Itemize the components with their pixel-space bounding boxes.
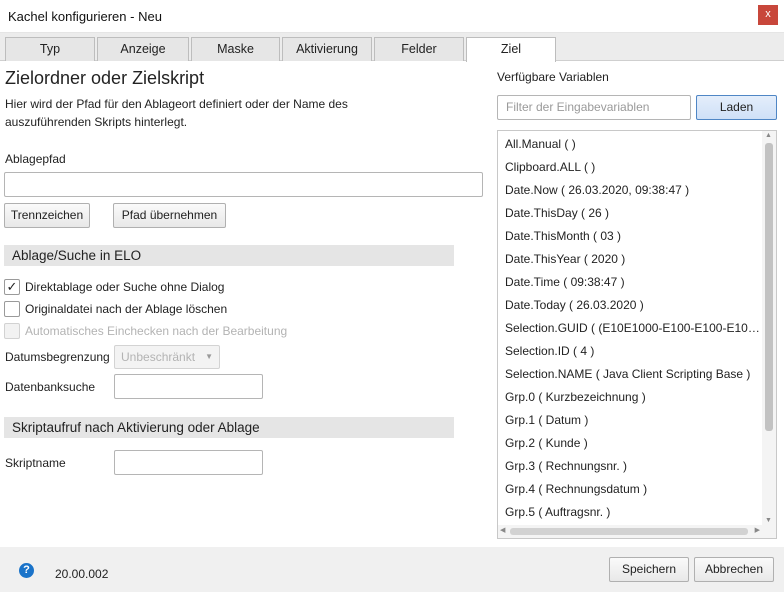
list-item[interactable]: Selection.ID ( 4 ) bbox=[505, 344, 762, 358]
list-item[interactable]: Date.Time ( 09:38:47 ) bbox=[505, 275, 762, 289]
scroll-right-icon[interactable]: ▶ bbox=[755, 526, 760, 534]
horizontal-scroll-thumb[interactable] bbox=[510, 528, 748, 535]
help-icon[interactable]: ? bbox=[19, 563, 34, 578]
title-bar: Kachel konfigurieren - Neu x bbox=[0, 0, 784, 33]
list-item[interactable]: Grp.0 ( Kurzbezeichnung ) bbox=[505, 390, 762, 404]
direct-storage-checkbox-row[interactable]: ✓ Direktablage oder Suche ohne Dialog bbox=[4, 279, 244, 297]
list-item[interactable]: Selection.GUID ( (E10E1000-E100-E100-E10… bbox=[505, 321, 762, 335]
list-item[interactable]: Date.Today ( 26.03.2020 ) bbox=[505, 298, 762, 312]
variables-label: Verfügbare Variablen bbox=[497, 70, 609, 84]
vertical-scrollbar[interactable]: ▲ ▼ bbox=[762, 131, 776, 525]
cancel-button[interactable]: Abbrechen bbox=[694, 557, 774, 582]
delete-original-checkbox[interactable] bbox=[4, 301, 20, 317]
date-limit-value: Unbeschränkt bbox=[121, 350, 196, 364]
chevron-down-icon: ▼ bbox=[205, 352, 213, 361]
list-item[interactable]: Grp.5 ( Auftragsnr. ) bbox=[505, 505, 762, 519]
apply-path-button[interactable]: Pfad übernehmen bbox=[113, 203, 226, 228]
tab-felder[interactable]: Felder bbox=[374, 37, 464, 61]
db-search-input[interactable] bbox=[114, 374, 263, 399]
save-button[interactable]: Speichern bbox=[609, 557, 689, 582]
list-item[interactable]: Grp.1 ( Datum ) bbox=[505, 413, 762, 427]
list-item[interactable]: Date.ThisMonth ( 03 ) bbox=[505, 229, 762, 243]
scroll-down-icon[interactable]: ▼ bbox=[765, 517, 772, 524]
auto-checkin-checkbox-row: Automatisches Einchecken nach der Bearbe… bbox=[4, 323, 294, 341]
path-input[interactable] bbox=[4, 172, 483, 197]
page-description: Hier wird der Pfad für den Ablageort def… bbox=[5, 97, 348, 129]
auto-checkin-checkbox bbox=[4, 323, 20, 339]
variables-list[interactable]: All.Manual ( ) Clipboard.ALL ( ) Date.No… bbox=[497, 130, 777, 539]
list-item[interactable]: Grp.3 ( Rechnungsnr. ) bbox=[505, 459, 762, 473]
tab-typ[interactable]: Typ bbox=[5, 37, 95, 61]
list-item[interactable]: Clipboard.ALL ( ) bbox=[505, 160, 762, 174]
vertical-scroll-thumb[interactable] bbox=[765, 143, 773, 431]
separator-button[interactable]: Trennzeichen bbox=[4, 203, 90, 228]
scroll-up-icon[interactable]: ▲ bbox=[765, 132, 772, 139]
variables-filter-input[interactable]: Filter der Eingabevariablen bbox=[497, 95, 691, 120]
scroll-left-icon[interactable]: ◀ bbox=[500, 526, 505, 534]
section-script-title: Skriptaufruf nach Aktivierung oder Ablag… bbox=[4, 417, 454, 438]
script-name-label: Skriptname bbox=[5, 456, 66, 470]
footer: ? 20.00.002 Speichern Abbrechen bbox=[0, 547, 784, 592]
close-icon[interactable]: x bbox=[758, 5, 778, 25]
list-item[interactable]: Grp.2 ( Kunde ) bbox=[505, 436, 762, 450]
direct-storage-label: Direktablage oder Suche ohne Dialog bbox=[25, 280, 225, 294]
list-item[interactable]: All.Manual ( ) bbox=[505, 137, 762, 151]
list-item[interactable]: Grp.4 ( Rechnungsdatum ) bbox=[505, 482, 762, 496]
tab-aktivierung[interactable]: Aktivierung bbox=[282, 37, 372, 61]
version-label: 20.00.002 bbox=[55, 567, 109, 581]
list-item[interactable]: Date.ThisDay ( 26 ) bbox=[505, 206, 762, 220]
section-storage-title: Ablage/Suche in ELO bbox=[4, 245, 454, 266]
list-item[interactable]: Selection.NAME ( Java Client Scripting B… bbox=[505, 367, 762, 381]
auto-checkin-label: Automatisches Einchecken nach der Bearbe… bbox=[25, 324, 288, 338]
path-label: Ablagepfad bbox=[5, 152, 66, 166]
tab-maske[interactable]: Maske bbox=[191, 37, 280, 61]
date-limit-select: Unbeschränkt ▼ bbox=[114, 345, 220, 369]
direct-storage-checkbox[interactable]: ✓ bbox=[4, 279, 20, 295]
list-item[interactable]: Date.Now ( 26.03.2020, 09:38:47 ) bbox=[505, 183, 762, 197]
tab-bar: Typ Anzeige Maske Aktivierung Felder Zie… bbox=[0, 33, 784, 62]
tab-ziel[interactable]: Ziel bbox=[466, 37, 556, 62]
tab-anzeige[interactable]: Anzeige bbox=[97, 37, 189, 61]
delete-original-label: Originaldatei nach der Ablage löschen bbox=[25, 302, 228, 316]
horizontal-scrollbar[interactable]: ◀ ▶ bbox=[498, 525, 776, 538]
delete-original-checkbox-row[interactable]: Originaldatei nach der Ablage löschen bbox=[4, 301, 244, 319]
page-title: Zielordner oder Zielskript bbox=[5, 68, 205, 88]
window-title: Kachel konfigurieren - Neu bbox=[8, 9, 162, 24]
date-limit-label: Datumsbegrenzung bbox=[5, 350, 110, 364]
load-button[interactable]: Laden bbox=[696, 95, 777, 120]
script-name-input[interactable] bbox=[114, 450, 263, 475]
db-search-label: Datenbanksuche bbox=[5, 380, 96, 394]
list-item[interactable]: Date.ThisYear ( 2020 ) bbox=[505, 252, 762, 266]
